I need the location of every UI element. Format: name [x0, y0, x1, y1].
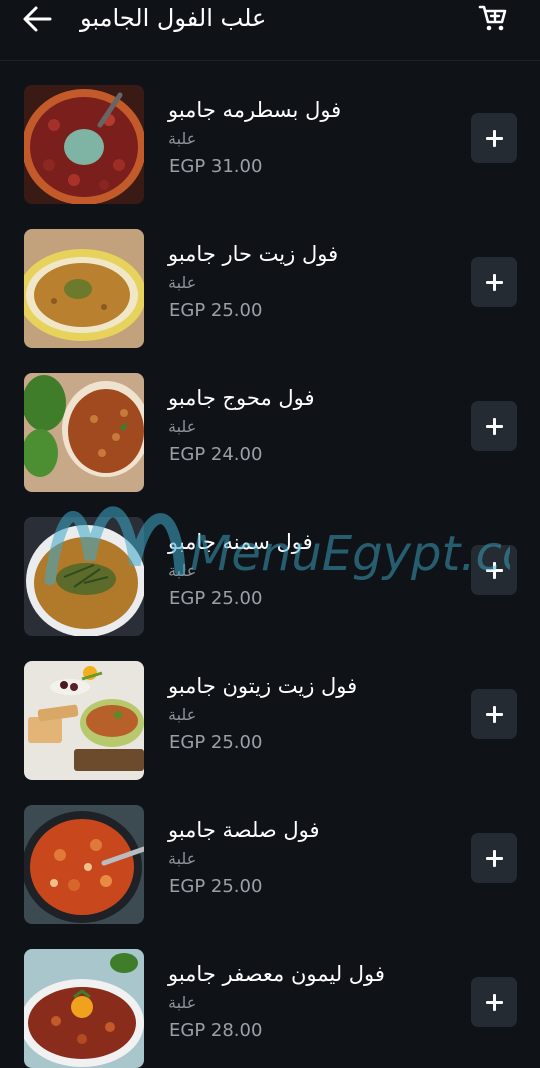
item-price: EGP 28.00 [169, 1020, 263, 1041]
add-to-cart-button[interactable] [471, 833, 517, 883]
add-to-cart-button[interactable] [471, 977, 517, 1027]
menu-item[interactable]: فول زيت زيتون جامبو علبة EGP 25.00 [0, 636, 540, 780]
beans-with-bread-photo [24, 661, 144, 780]
item-unit: علبة [168, 417, 197, 436]
menu-item[interactable]: فول محوج جامبو علبة EGP 24.00 [0, 348, 540, 492]
lemon-beans-dish-photo [24, 949, 144, 1068]
arrow-left-icon [23, 6, 52, 32]
item-price: EGP 25.00 [169, 588, 263, 609]
cart-button[interactable] [478, 3, 508, 33]
menu-item[interactable]: فول بسطرمه جامبو علبة EGP 31.00 [0, 60, 540, 204]
mashed-beans-plate-photo [24, 229, 144, 348]
add-to-cart-button[interactable] [471, 113, 517, 163]
item-price: EGP 31.00 [169, 156, 263, 177]
back-button[interactable] [20, 2, 54, 36]
tomato-beans-pan-photo [24, 805, 144, 924]
add-to-cart-button[interactable] [471, 257, 517, 307]
beans-with-herbs-photo [24, 85, 144, 204]
item-name: فول زيت زيتون جامبو [168, 674, 358, 698]
item-price: EGP 25.00 [169, 876, 263, 897]
item-price: EGP 25.00 [169, 732, 263, 753]
item-name: فول بسطرمه جامبو [168, 98, 342, 122]
item-unit: علبة [168, 273, 197, 292]
item-unit: علبة [168, 705, 197, 724]
item-price: EGP 24.00 [169, 444, 263, 465]
app-bar: علب الفول الجامبو [0, 0, 540, 61]
item-unit: علبة [168, 993, 197, 1012]
spiced-beans-bowl-photo [24, 373, 144, 492]
item-name: فول سمنه جامبو [168, 530, 313, 554]
menu-item[interactable]: فول سمنه جامبو علبة EGP 25.00 [0, 492, 540, 636]
page-title: علب الفول الجامبو [80, 4, 267, 32]
item-unit: علبة [168, 129, 197, 148]
menu-item[interactable]: فول صلصة جامبو علبة EGP 25.00 [0, 780, 540, 924]
add-to-cart-button[interactable] [471, 545, 517, 595]
menu-item[interactable]: فول زيت حار جامبو علبة EGP 25.00 [0, 204, 540, 348]
menu-item[interactable]: فول ليمون معصفر جامبو علبة EGP 28.00 [0, 924, 540, 1068]
item-name: فول ليمون معصفر جامبو [168, 962, 385, 986]
item-unit: علبة [168, 849, 197, 868]
item-unit: علبة [168, 561, 197, 580]
item-name: فول زيت حار جامبو [168, 242, 339, 266]
add-to-cart-button[interactable] [471, 689, 517, 739]
add-to-cart-button[interactable] [471, 401, 517, 451]
item-name: فول صلصة جامبو [168, 818, 320, 842]
beans-soup-bowl-photo [24, 517, 144, 636]
item-price: EGP 25.00 [169, 300, 263, 321]
item-name: فول محوج جامبو [168, 386, 315, 410]
cart-icon [478, 5, 507, 31]
